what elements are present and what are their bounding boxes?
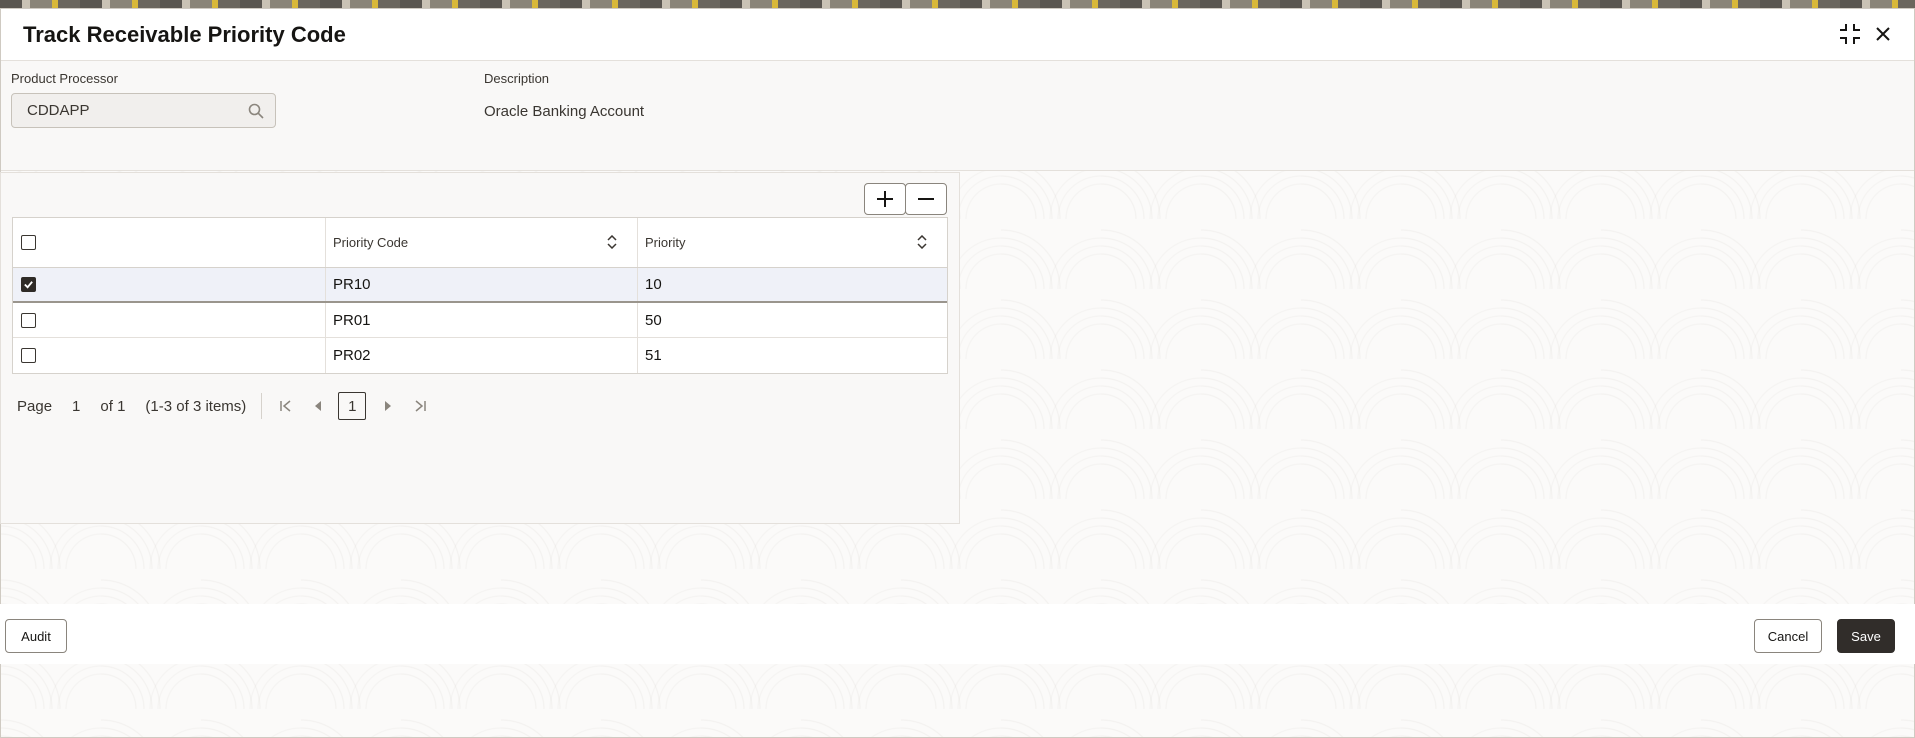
- dialog-title: Track Receivable Priority Code: [23, 22, 346, 47]
- page-label: Page: [17, 397, 53, 415]
- row-checkbox[interactable]: [21, 312, 36, 328]
- page-button[interactable]: 1: [338, 392, 367, 420]
- description-label: Description: [484, 71, 550, 86]
- add-row-button[interactable]: [864, 183, 906, 215]
- dialog-footer: [0, 604, 1915, 664]
- table-row[interactable]: PR10 10: [13, 268, 947, 303]
- last-page-icon[interactable]: [408, 394, 432, 418]
- select-all-cell: [13, 218, 326, 267]
- header-fields-panel: [1, 61, 1914, 171]
- priority-cell: 51: [645, 347, 662, 364]
- sort-icon[interactable]: [607, 235, 617, 249]
- save-button[interactable]: Save: [1837, 619, 1895, 653]
- sort-icon[interactable]: [917, 235, 927, 249]
- pagination: Page 1 of 1 (1-3 of 3 items) 1: [17, 392, 440, 420]
- row-checkbox[interactable]: [21, 277, 36, 292]
- first-page-icon[interactable]: [274, 394, 298, 418]
- previous-page-icon[interactable]: [306, 394, 330, 418]
- product-processor-label: Product Processor: [11, 71, 118, 86]
- minus-icon: [918, 198, 934, 200]
- remove-row-button[interactable]: [905, 183, 947, 215]
- checkmark-icon: [24, 281, 33, 289]
- table-header-row: Priority Code Priority: [13, 218, 947, 268]
- plus-icon: [877, 191, 893, 207]
- next-page-icon[interactable]: [376, 394, 400, 418]
- table-row[interactable]: PR01 50: [13, 303, 947, 338]
- cancel-button[interactable]: Cancel: [1754, 619, 1822, 653]
- collapse-icon[interactable]: [1837, 21, 1863, 47]
- priority-code-cell: PR02: [326, 338, 638, 373]
- column-header-label: Priority: [645, 235, 686, 250]
- search-icon[interactable]: [248, 103, 264, 119]
- dialog-header: Track Receivable Priority Code: [1, 9, 1914, 61]
- description-value: Oracle Banking Account: [484, 103, 645, 120]
- table-row[interactable]: PR02 51: [13, 338, 947, 373]
- close-icon[interactable]: [1870, 21, 1896, 47]
- row-select-cell: [13, 338, 326, 373]
- column-header-priority[interactable]: Priority: [638, 218, 947, 267]
- column-header-label: Priority Code: [333, 235, 409, 250]
- product-processor-value: CDDAPP: [27, 102, 90, 119]
- row-select-cell: [13, 268, 326, 301]
- priority-code-cell: PR10: [326, 268, 638, 301]
- select-all-checkbox[interactable]: [21, 235, 36, 250]
- priority-code-cell: PR01: [326, 303, 638, 337]
- audit-button[interactable]: Audit: [5, 619, 67, 653]
- pager-divider: [261, 393, 263, 419]
- row-checkbox[interactable]: [21, 348, 36, 363]
- current-page-input[interactable]: 1: [72, 398, 80, 415]
- priority-code-table: Priority Code Priority PR10 10 PR01 50 P…: [12, 217, 948, 374]
- total-pages-label: of 1: [100, 397, 126, 415]
- row-select-cell: [13, 303, 326, 337]
- column-header-priority-code[interactable]: Priority Code: [326, 218, 638, 267]
- priority-cell: 10: [645, 276, 662, 293]
- items-count-label: (1-3 of 3 items): [145, 397, 247, 415]
- priority-cell: 50: [645, 311, 662, 329]
- product-processor-field[interactable]: CDDAPP: [11, 93, 276, 128]
